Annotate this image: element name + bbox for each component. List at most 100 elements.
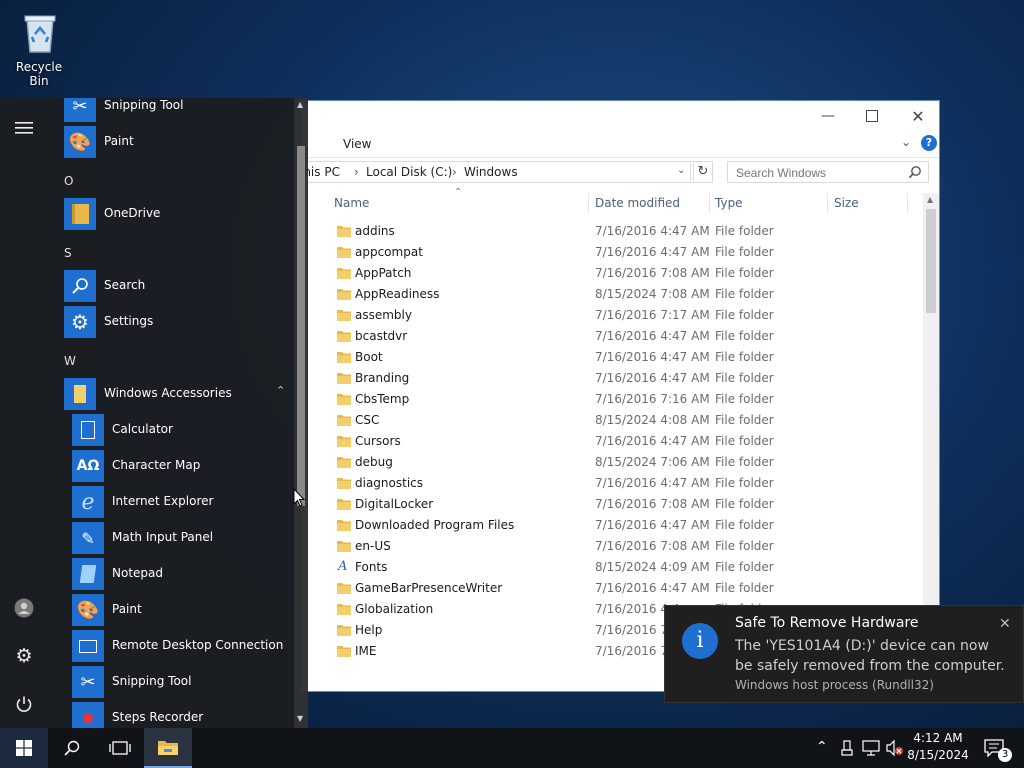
app-internet-explorer[interactable]: e Internet Explorer (72, 486, 294, 518)
app-remote-desktop-connection[interactable]: Remote Desktop Connection (72, 630, 294, 662)
toast-close-button[interactable]: ✕ (999, 616, 1011, 632)
table-row[interactable]: GameBarPresenceWriter 7/16/2016 4:47 AM Fi… (301, 578, 923, 599)
letter-header-s[interactable]: S (64, 246, 72, 260)
table-row[interactable]: DigitalLocker 7/16/2016 7:08 AM File folde… (301, 494, 923, 515)
table-row[interactable]: Branding 7/16/2016 4:47 AM File folder (301, 368, 923, 389)
app-settings[interactable]: ⚙ Settings (64, 306, 294, 338)
refresh-button[interactable]: ↻ (693, 161, 713, 183)
app-label: Windows Accessories (104, 386, 232, 400)
taskbar-file-explorer[interactable] (144, 728, 192, 768)
table-row[interactable]: Downloaded Program Files 7/16/2016 4:47 A… (301, 515, 923, 536)
folder-icon (337, 268, 351, 279)
table-row[interactable]: CSC 8/15/2024 4:08 AM File folder (301, 410, 923, 431)
search-input[interactable] (734, 164, 908, 182)
character-map-icon: AΩ (72, 450, 104, 482)
table-row[interactable]: assembly 7/16/2016 7:17 AM File folder (301, 305, 923, 326)
close-button[interactable]: ✕ (895, 101, 939, 131)
table-row[interactable]: en-US 7/16/2016 7:08 AM File folder (301, 536, 923, 557)
scroll-up-icon[interactable]: ▲ (927, 195, 933, 204)
folder-icon (337, 520, 351, 531)
table-row[interactable]: addins 7/16/2016 4:47 AM File folder (301, 221, 923, 242)
user-account-button[interactable] (12, 596, 36, 620)
address-bar[interactable]: This PC › Local Disk (C:) › Windows ⌄ (301, 161, 691, 183)
action-center-button[interactable]: 3 (978, 728, 1012, 768)
help-icon[interactable]: ? (921, 135, 937, 151)
app-group-windows-accessories[interactable]: Windows Accessories ⌃ (64, 378, 294, 410)
app-snipping-tool[interactable]: ✂ Snipping Tool (72, 666, 294, 698)
table-row[interactable]: AppReadiness 8/15/2024 7:08 AM File folder (301, 284, 923, 305)
table-row[interactable]: Boot 7/16/2016 4:47 AM File folder (301, 347, 923, 368)
notification-count-badge: 3 (998, 748, 1012, 762)
table-row[interactable]: debug 8/15/2024 7:06 AM File folder (301, 452, 923, 473)
column-divider[interactable] (827, 193, 828, 213)
column-header-size[interactable]: Size (834, 196, 859, 210)
scrollbar-thumb[interactable] (926, 209, 936, 313)
app-paint[interactable]: 🎨 Paint (72, 594, 294, 626)
expand-menu-button[interactable] (12, 116, 36, 140)
clock-date[interactable]: 8/15/2024 (904, 748, 972, 762)
settings-rail-button[interactable]: ⚙ (12, 644, 36, 668)
app-paint-top[interactable]: 🎨 Paint (64, 126, 294, 158)
minimize-button[interactable]: — (805, 101, 851, 131)
task-view-button[interactable] (96, 728, 144, 768)
column-header-date[interactable]: Date modified (595, 196, 680, 210)
column-divider[interactable] (709, 193, 710, 213)
file-date: 7/16/2016 7:16 AM (595, 392, 710, 406)
safely-remove-hardware-icon[interactable] (840, 740, 854, 756)
letter-header-w[interactable]: W (64, 354, 76, 368)
folder-icon (337, 625, 351, 636)
column-header-type[interactable]: Type (715, 196, 743, 210)
column-divider[interactable] (907, 193, 908, 213)
scroll-down-icon[interactable]: ▼ (297, 714, 303, 723)
start-button[interactable] (0, 728, 48, 768)
expand-ribbon-icon[interactable]: ⌄ (901, 135, 911, 149)
clock-time[interactable]: 4:12 AM (908, 731, 968, 745)
app-label: Math Input Panel (112, 530, 214, 544)
address-dropdown-icon[interactable]: ⌄ (677, 165, 685, 176)
app-onedrive[interactable]: OneDrive (64, 198, 294, 230)
breadcrumb-local-disk[interactable]: Local Disk (C:) (366, 165, 452, 179)
network-icon[interactable] (862, 740, 880, 756)
app-list-scrollbar[interactable]: ▲ ▼ (294, 98, 308, 728)
maximize-icon (866, 110, 878, 122)
show-hidden-icons-icon[interactable]: ⌃ (816, 739, 828, 755)
scrollbar-thumb[interactable] (297, 146, 305, 506)
table-row[interactable]: diagnostics 7/16/2016 4:47 AM File folder (301, 473, 923, 494)
letter-header-o[interactable]: O (64, 174, 73, 188)
table-row[interactable]: appcompat 7/16/2016 4:47 AM File folder (301, 242, 923, 263)
power-button[interactable] (12, 692, 36, 716)
table-row[interactable]: A Fonts 8/15/2024 4:09 AM File folder (301, 557, 923, 578)
table-row[interactable]: Cursors 7/16/2016 4:47 AM File folder (301, 431, 923, 452)
app-math-input-panel[interactable]: ✎ Math Input Panel (72, 522, 294, 554)
taskbar-search-button[interactable] (48, 728, 96, 768)
ribbon-tab-view[interactable]: View (343, 137, 371, 151)
breadcrumb-windows[interactable]: Windows (464, 165, 518, 179)
folder-icon (337, 289, 351, 300)
file-name: GameBarPresenceWriter (355, 581, 503, 595)
table-row[interactable]: AppPatch 7/16/2016 7:08 AM File folder (301, 263, 923, 284)
file-type: File folder (715, 476, 774, 490)
app-label: OneDrive (104, 206, 161, 220)
app-search[interactable]: Search (64, 270, 294, 302)
app-snipping-tool-top[interactable]: ✂ Snipping Tool (64, 98, 294, 122)
app-character-map[interactable]: AΩ Character Map (72, 450, 294, 482)
file-type: File folder (715, 560, 774, 574)
table-row[interactable]: CbsTemp 7/16/2016 7:16 AM File folder (301, 389, 923, 410)
collapse-group-icon[interactable]: ⌃ (276, 384, 285, 397)
window-title-bar[interactable]: — ✕ (301, 101, 939, 131)
app-notepad[interactable]: Notepad (72, 558, 294, 590)
search-icon (64, 740, 80, 756)
scroll-up-icon[interactable]: ▲ (297, 100, 303, 109)
volume-muted-icon[interactable] (886, 740, 904, 756)
table-row[interactable]: bcastdvr 7/16/2016 4:47 AM File folder (301, 326, 923, 347)
file-name: DigitalLocker (355, 497, 434, 511)
maximize-button[interactable] (849, 101, 895, 131)
search-box[interactable] (727, 161, 929, 183)
app-calculator[interactable]: Calculator (72, 414, 294, 446)
app-steps-recorder[interactable]: Steps Recorder (72, 702, 294, 728)
recycle-bin-shortcut[interactable]: Recycle Bin (6, 6, 72, 88)
column-divider[interactable] (588, 193, 589, 213)
column-header-name[interactable]: Name (334, 196, 369, 210)
app-label: Search (104, 278, 146, 292)
notification-toast[interactable]: i Safe To Remove Hardware The 'YES101A4 … (664, 605, 1024, 703)
